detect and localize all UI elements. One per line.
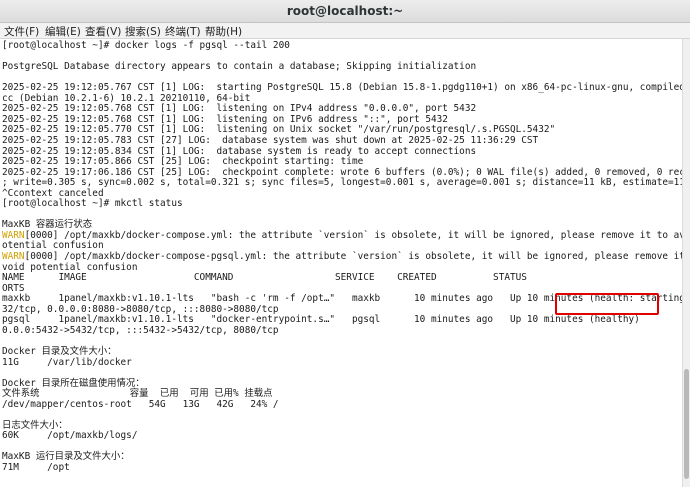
terminal-line: /dev/mapper/centos-root 54G 13G 42G 24% … (2, 398, 279, 410)
menu-bar: 文件(F) 编辑(E) 查看(V) 搜索(S) 终端(T) 帮助(H) (0, 23, 690, 39)
scrollbar-thumb[interactable] (684, 369, 689, 479)
title-bar[interactable]: root@localhost:~ (0, 0, 690, 23)
menu-help[interactable]: 帮助(H) (205, 24, 242, 39)
terminal-output[interactable]: [root@localhost ~]# docker logs -f pgsql… (0, 39, 682, 487)
terminal-window: root@localhost:~ 文件(F) 编辑(E) 查看(V) 搜索(S)… (0, 0, 690, 487)
terminal-line: ; write=0.305 s, sync=0.002 s, total=0.3… (2, 177, 682, 189)
menu-edit[interactable]: 编辑(E) (45, 24, 81, 39)
terminal-line: 71M /opt (2, 462, 70, 473)
warn-label: WARN (2, 229, 25, 241)
terminal-line: [root@localhost ~]# mkctl status (2, 198, 183, 210)
terminal-line: [root@localhost ~]# docker logs -f pgsql… (2, 40, 290, 51)
menu-terminal[interactable]: 终端(T) (165, 24, 201, 39)
terminal-line-text: [0000] /opt/maxkb/docker-compose-pgsql.y… (24, 251, 682, 262)
window-title: root@localhost:~ (286, 4, 404, 18)
terminal-line: WARN[0000] /opt/maxkb/docker-compose.yml… (2, 230, 682, 242)
warn-label: WARN (2, 251, 25, 262)
menu-view[interactable]: 查看(V) (85, 24, 121, 39)
terminal-line: NAME IMAGE COMMAND SERVICE CREATED STATU… (2, 272, 682, 284)
menu-search[interactable]: 搜索(S) (125, 24, 161, 39)
terminal-line-text: [0000] /opt/maxkb/docker-compose.yml: th… (24, 229, 682, 241)
highlight-box (555, 293, 659, 315)
terminal-line: PostgreSQL Database directory appears to… (2, 61, 477, 73)
scrollbar[interactable] (682, 39, 690, 487)
terminal-line: 60K /opt/maxkb/logs/ (2, 430, 138, 442)
menu-file[interactable]: 文件(F) (4, 24, 39, 39)
terminal-line: 11G /var/lib/docker (2, 356, 132, 368)
terminal-line: 0.0.0:5432->5432/tcp, :::5432->5432/tcp,… (2, 324, 279, 336)
